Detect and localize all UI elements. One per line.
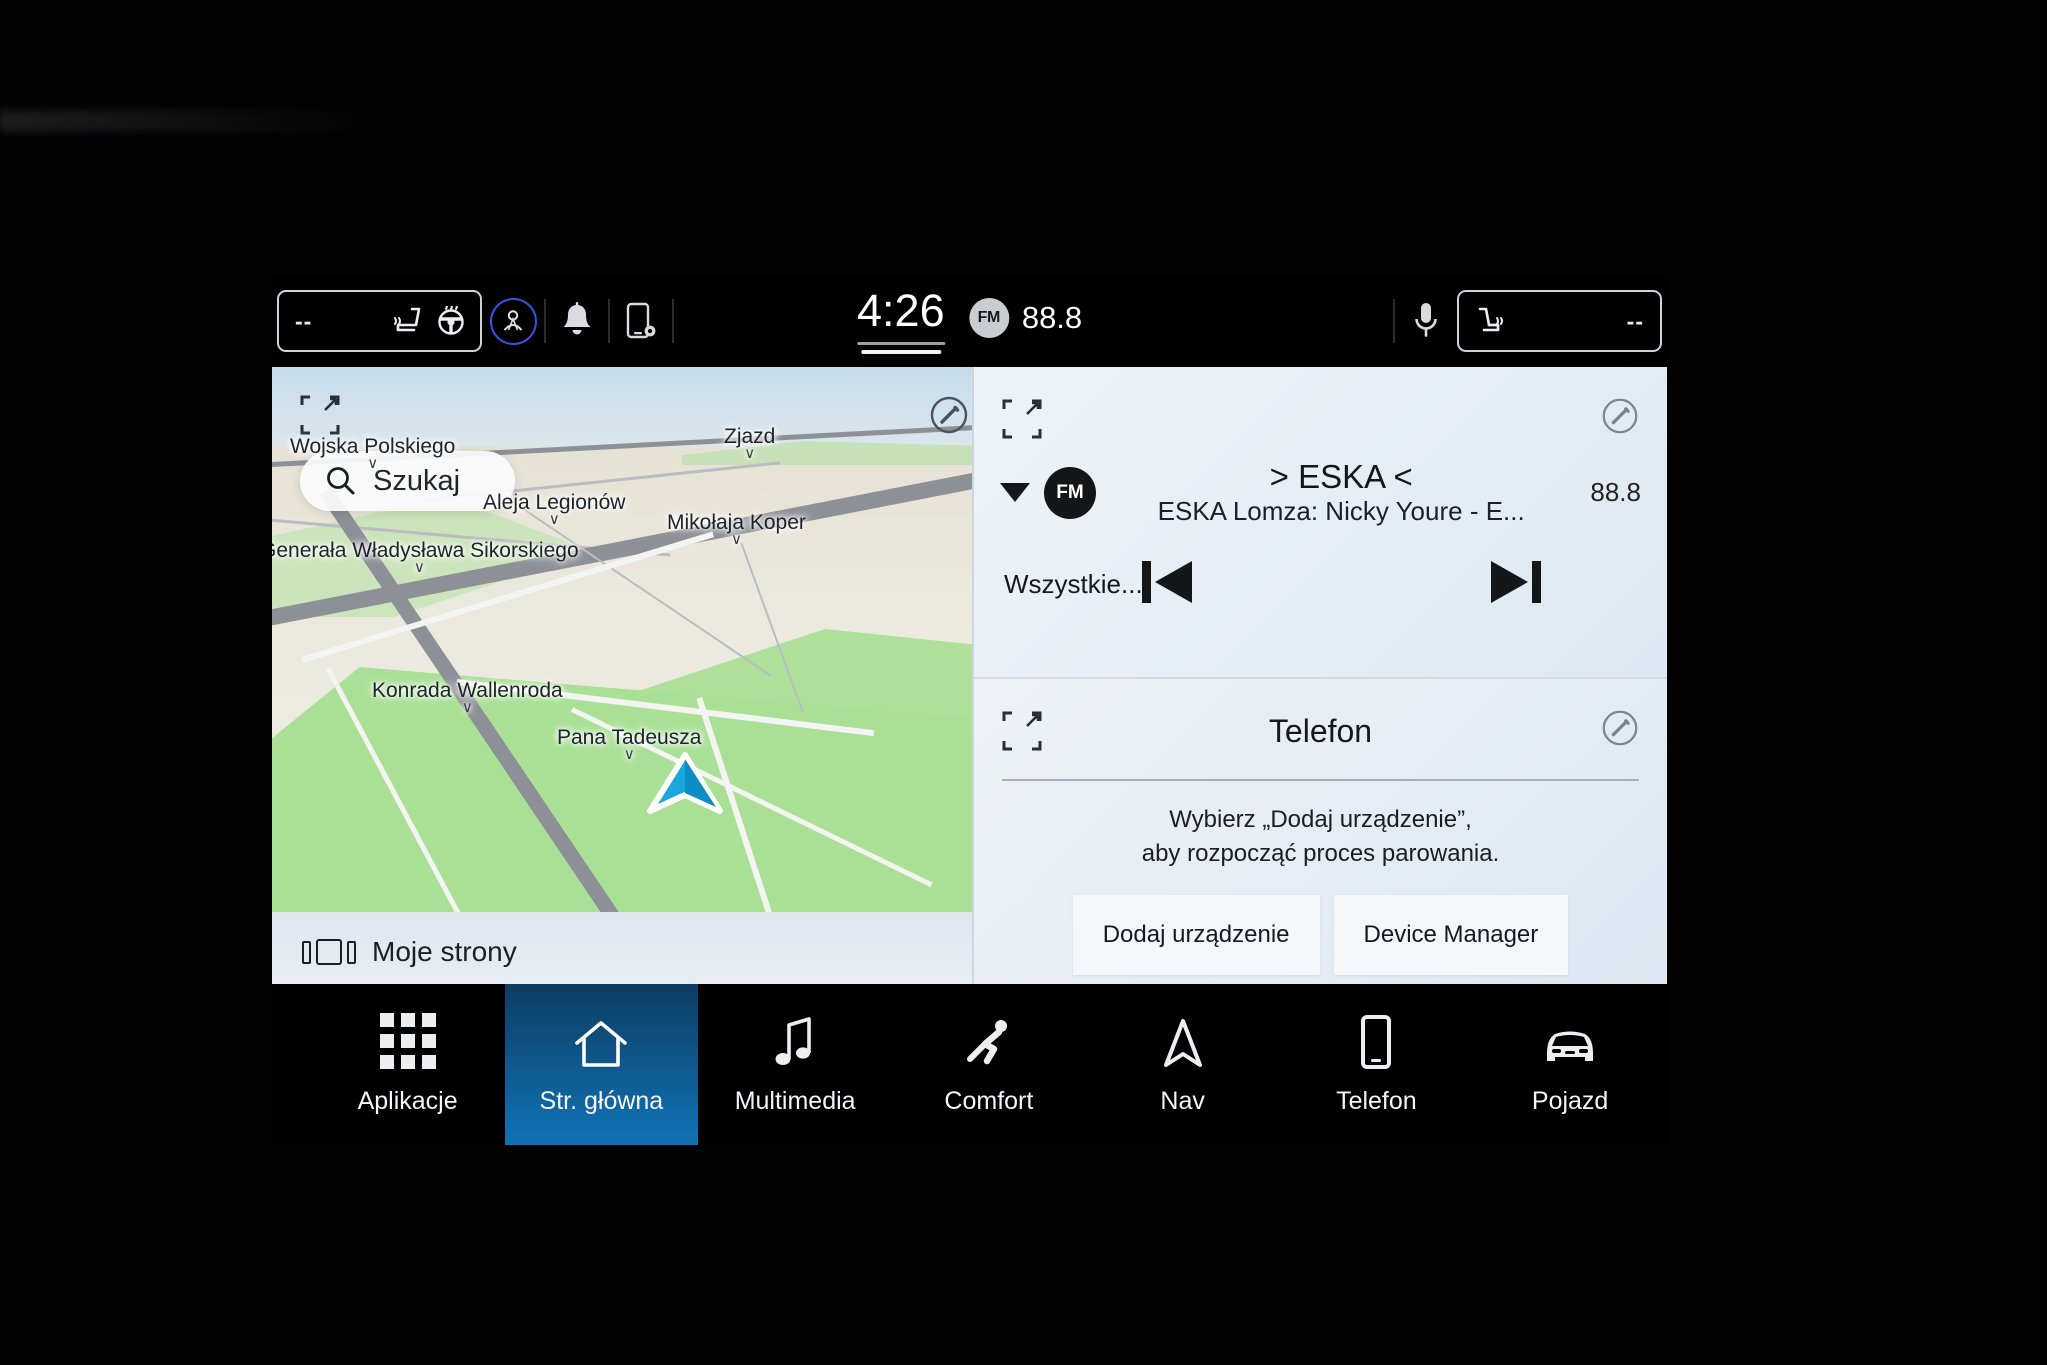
status-bar-center-group: 4:26 FM 88.8 [856, 275, 1083, 367]
map-street-label: Konrada Wallenroda ∨ [372, 679, 563, 716]
nav-left-spacer [272, 984, 311, 1145]
passenger-temperature: -- [1626, 307, 1644, 334]
nav-item-str-glowna[interactable]: Str. główna [504, 984, 699, 1145]
nav-label-str-glowna: Str. główna [539, 1087, 664, 1115]
driver-climate-button[interactable]: -- [277, 290, 482, 352]
radio-previous-button[interactable] [1138, 555, 1196, 614]
driver-profile-button[interactable] [482, 290, 544, 352]
map-street-label: Mikołaja Koper ∨ [667, 511, 806, 548]
home-icon [573, 1013, 629, 1069]
skip-next-icon [1491, 561, 1541, 603]
radio-band-badge: FM [1044, 466, 1096, 519]
car-front-icon [1539, 1013, 1601, 1069]
radio-now-playing: ESKA Lomza: Nicky Youre - E... [1157, 495, 1525, 526]
phone-message-line1: Wybierz „Dodaj urządzenie”, [1169, 806, 1472, 833]
fm-band-badge: FM [968, 298, 1009, 338]
map-street-label: Aleja Legionów ∨ [483, 491, 626, 528]
radio-station-row: FM > ESKA < ESKA Lomza: Nicky Youre - E.… [974, 458, 1667, 527]
glare-reflection [0, 110, 390, 132]
clock-widget[interactable]: 4:26 [856, 285, 945, 354]
infotainment-display: -- 4:26 FM 88.8 -- Szukaj Wojska Polskie… [272, 275, 1667, 1145]
apps-grid-icon [379, 1013, 436, 1069]
clock-underline-top [856, 342, 945, 345]
status-radio-chip[interactable]: FM 88.8 [968, 298, 1083, 338]
phone-settings-icon [626, 302, 656, 339]
voice-assistant-button[interactable] [1395, 290, 1457, 352]
status-bar-right-group: -- [1393, 275, 1662, 367]
radio-next-button[interactable] [1487, 555, 1545, 614]
add-device-button[interactable]: Dodaj urządzenie [1072, 895, 1320, 975]
nav-label-multimedia: Multimedia [734, 1087, 856, 1115]
status-bar-left-group: -- [272, 290, 674, 352]
nav-label-nav: Nav [1160, 1087, 1205, 1115]
map-expand-icon[interactable] [298, 393, 342, 437]
nav-label-aplikacje: Aplikacje [357, 1087, 458, 1115]
radio-widget[interactable]: FM > ESKA < ESKA Lomza: Nicky Youre - E.… [972, 367, 1667, 677]
map-street-label: Generała Władysława Sikorskiego ∨ [272, 539, 579, 576]
nav-item-pojazd[interactable]: Pojazd [1473, 984, 1667, 1145]
driver-temperature: -- [295, 307, 313, 334]
nav-item-comfort[interactable]: Comfort [892, 984, 1086, 1145]
nav-item-nav[interactable]: Nav [1086, 984, 1280, 1145]
pages-icon [302, 939, 356, 965]
status-bar: -- 4:26 FM 88.8 -- [272, 275, 1667, 367]
nav-label-comfort: Comfort [944, 1087, 1034, 1115]
vehicle-position-arrow [644, 749, 726, 826]
phone-widget-title: Telefon [1268, 713, 1373, 749]
microphone-icon [1415, 303, 1437, 337]
home-screen: Szukaj Wojska Polskiego ∨ Zjazd ∨ Aleja Legi… [272, 367, 1667, 984]
radio-station-block: > ESKA < ESKA Lomza: Nicky Youre - E... [1102, 458, 1580, 527]
device-settings-button[interactable] [610, 290, 672, 352]
nav-label-pojazd: Pojazd [1531, 1087, 1609, 1115]
map-widget[interactable]: Szukaj Wojska Polskiego ∨ Zjazd ∨ Aleja Legi… [272, 367, 972, 984]
passenger-climate-button[interactable]: -- [1457, 290, 1662, 352]
phone-message-line2: aby rozpocząć proces parowania. [1141, 840, 1500, 868]
music-note-icon [771, 1013, 819, 1069]
bottom-nav-bar: Aplikacje Str. główna Multimedia Comfort… [272, 984, 1667, 1145]
phone-divider [1002, 779, 1639, 781]
phone-widget[interactable]: Telefon Wybierz „Dodaj urządzenie”, aby … [972, 677, 1667, 984]
radio-expand-icon[interactable] [1000, 397, 1044, 446]
skip-previous-icon [1142, 561, 1192, 603]
nav-label-telefon: Telefon [1336, 1087, 1417, 1115]
notifications-button[interactable] [546, 290, 608, 352]
radio-source-label[interactable]: Wszystkie... [1004, 569, 1143, 600]
caret-down-icon[interactable] [1000, 483, 1030, 503]
nav-item-aplikacje[interactable]: Aplikacje [311, 984, 505, 1145]
map-edit-icon[interactable] [927, 393, 971, 437]
radio-frequency: 88.8 [1590, 477, 1641, 508]
status-divider-3 [672, 299, 674, 343]
bell-icon [563, 302, 591, 335]
passenger-seat-heating-icon [1478, 307, 1503, 332]
radio-station-name: > ESKA < [1269, 458, 1413, 495]
nav-item-multimedia[interactable]: Multimedia [698, 984, 892, 1145]
driver-climate-icons [392, 306, 467, 336]
phone-pairing-message: Wybierz „Dodaj urządzenie”, aby rozpoczą… [974, 803, 1667, 871]
my-places-label: Moje strony [372, 936, 517, 967]
clock-time: 4:26 [857, 285, 945, 336]
map-street-label: Zjazd ∨ [724, 425, 776, 462]
passenger-climate-icons [1472, 306, 1506, 336]
seat-heating-icon [394, 307, 421, 332]
status-frequency: 88.8 [1021, 300, 1083, 335]
map-street-label: Wojska Polskiego ∨ [290, 435, 456, 472]
smartphone-icon [1357, 1013, 1395, 1069]
navigation-arrow-icon [1161, 1013, 1205, 1069]
phone-action-buttons: Dodaj urządzenie Device Manager [974, 895, 1667, 975]
radio-controls: Wszystkie... [974, 555, 1667, 614]
steering-wheel-heating-icon [438, 306, 464, 335]
driver-profile-icon [489, 297, 537, 345]
clock-underline-bottom [860, 350, 941, 354]
widget-column: FM > ESKA < ESKA Lomza: Nicky Youre - E.… [972, 367, 1667, 984]
seat-comfort-icon [963, 1013, 1015, 1069]
radio-edit-icon[interactable] [1599, 395, 1641, 442]
device-manager-button[interactable]: Device Manager [1333, 895, 1569, 975]
head-unit-photo: -- 4:26 FM 88.8 -- Szukaj Wojska Polskie… [0, 0, 2047, 1365]
nav-item-telefon[interactable]: Telefon [1280, 984, 1474, 1145]
my-places-button[interactable]: Moje strony [302, 936, 517, 968]
